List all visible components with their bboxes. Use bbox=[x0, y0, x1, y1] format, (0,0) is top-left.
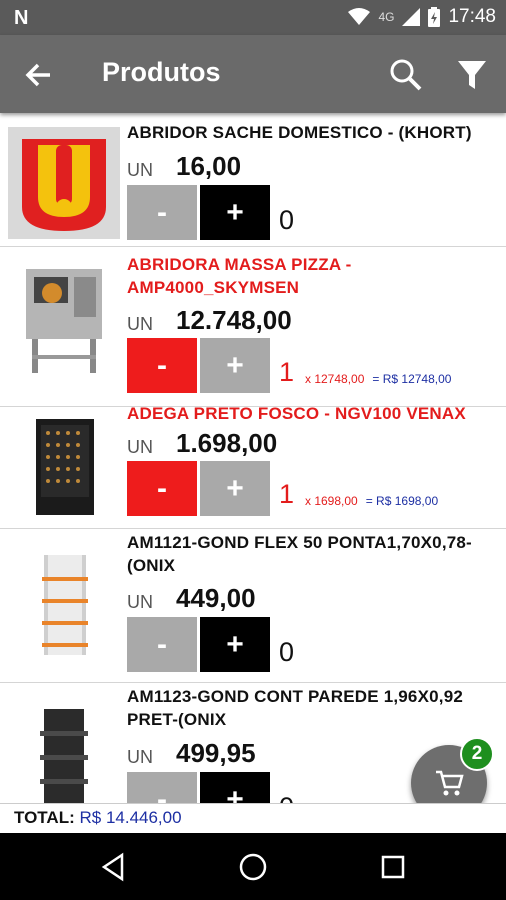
notification-n-icon: N bbox=[14, 7, 29, 29]
product-unit: UN bbox=[127, 747, 153, 767]
total-bar: TOTAL: R$ 14.446,00 bbox=[0, 803, 506, 833]
increase-button[interactable]: + bbox=[200, 617, 270, 672]
decrease-button[interactable]: - bbox=[127, 772, 197, 803]
system-nav-bar bbox=[0, 833, 506, 900]
cart-icon bbox=[436, 770, 464, 796]
increase-button[interactable]: + bbox=[200, 461, 270, 516]
clock: 17:48 bbox=[448, 6, 496, 27]
increase-button[interactable]: + bbox=[200, 185, 270, 240]
product-price: 16,00 bbox=[176, 151, 242, 181]
product-price: 499,95 bbox=[176, 738, 256, 768]
decrease-button[interactable]: - bbox=[127, 185, 197, 240]
product-image bbox=[8, 127, 120, 239]
wifi-icon bbox=[348, 8, 371, 25]
product-unit: UN bbox=[127, 314, 153, 334]
status-bar: N 4G 17:48 bbox=[0, 0, 506, 35]
product-image bbox=[8, 411, 120, 523]
search-icon[interactable] bbox=[386, 55, 426, 95]
battery-icon bbox=[428, 7, 441, 27]
list-item[interactable]: AM1121-GOND FLEX 50 PONTA1,70X0,78-(ONIX… bbox=[0, 529, 506, 683]
line-total-value: = R$ 1698,00 bbox=[365, 494, 439, 508]
list-item[interactable]: ADEGA PRETO FOSCO - NGV100 VENAX UN 1.69… bbox=[0, 404, 506, 529]
cart-count-badge: 2 bbox=[460, 737, 494, 771]
product-price: 1.698,00 bbox=[176, 428, 278, 458]
product-image bbox=[8, 263, 120, 375]
network-label: 4G bbox=[378, 10, 395, 24]
status-icons: 4G 17:48 bbox=[348, 6, 496, 28]
quantity-value: 1 bbox=[279, 479, 295, 509]
app-bar: Produtos bbox=[0, 35, 506, 113]
line-total: x 1698,00 = R$ 1698,00 bbox=[305, 494, 438, 508]
product-name: AM1123-GOND CONT PAREDE 1,96X0,92 PRET-(… bbox=[127, 687, 464, 729]
total-label: TOTAL: bbox=[14, 808, 75, 827]
quantity-value: 0 bbox=[279, 637, 295, 667]
increase-button[interactable]: + bbox=[200, 772, 270, 803]
decrease-button[interactable]: - bbox=[127, 617, 197, 672]
back-triangle-icon[interactable] bbox=[98, 851, 130, 883]
list-item[interactable]: ABRIDOR SACHE DOMESTICO - (KHORT) UN 16,… bbox=[0, 113, 506, 247]
product-unit: UN bbox=[127, 160, 153, 180]
unit-multiplier: x 12748,00 bbox=[305, 372, 365, 386]
product-price: 12.748,00 bbox=[176, 305, 292, 335]
increase-button[interactable]: + bbox=[200, 338, 270, 393]
product-name: AM1121-GOND FLEX 50 PONTA1,70X0,78-(ONIX bbox=[127, 533, 472, 575]
product-price: 449,00 bbox=[176, 583, 256, 613]
product-image bbox=[8, 549, 120, 661]
line-total: x 12748,00 = R$ 12748,00 bbox=[305, 372, 451, 386]
product-list[interactable]: ABRIDOR SACHE DOMESTICO - (KHORT) UN 16,… bbox=[0, 113, 506, 803]
quantity-value: 0 bbox=[279, 792, 294, 803]
quantity-value: 1 bbox=[279, 357, 295, 387]
product-unit: UN bbox=[127, 592, 153, 612]
home-circle-icon[interactable] bbox=[237, 851, 269, 883]
quantity-value: 0 bbox=[279, 205, 295, 235]
unit-multiplier: x 1698,00 bbox=[305, 494, 358, 508]
filter-icon[interactable] bbox=[452, 55, 492, 95]
list-item[interactable]: ABRIDORA MASSA PIZZA - AMP4000_SKYMSEN U… bbox=[0, 247, 506, 407]
product-image bbox=[8, 701, 120, 803]
back-arrow-icon[interactable] bbox=[20, 55, 60, 95]
product-name: ABRIDORA MASSA PIZZA - AMP4000_SKYMSEN bbox=[127, 255, 352, 297]
product-name: ABRIDOR SACHE DOMESTICO - (KHORT) bbox=[127, 123, 472, 142]
recents-square-icon[interactable] bbox=[377, 851, 409, 883]
decrease-button[interactable]: - bbox=[127, 338, 197, 393]
product-name: ADEGA PRETO FOSCO - NGV100 VENAX bbox=[127, 404, 466, 423]
product-unit: UN bbox=[127, 437, 153, 457]
signal-icon bbox=[402, 8, 421, 26]
decrease-button[interactable]: - bbox=[127, 461, 197, 516]
line-total-value: = R$ 12748,00 bbox=[372, 372, 452, 386]
page-title: Produtos bbox=[102, 57, 221, 87]
total-value: R$ 14.446,00 bbox=[79, 808, 182, 827]
